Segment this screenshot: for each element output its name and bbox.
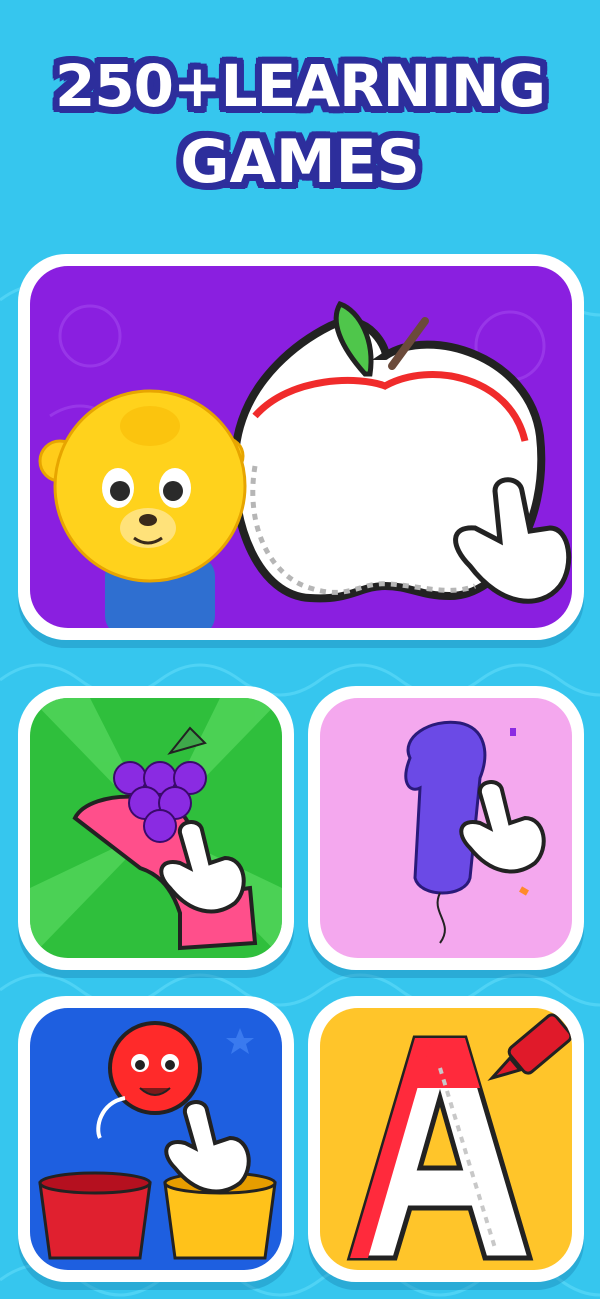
number-grapes-scene <box>30 698 282 958</box>
letter-tracing-game-card[interactable] <box>308 996 584 1282</box>
headline-line-1: 250+LEARNING <box>54 52 546 120</box>
letter-tracing-scene <box>320 1008 572 1270</box>
red-basket-icon <box>38 1171 152 1260</box>
number-balloon-game-card[interactable] <box>308 686 584 970</box>
headline-line-2: GAMES <box>180 127 420 197</box>
tracing-apple-game-card[interactable] <box>18 254 584 640</box>
color-sorting-game-card[interactable] <box>18 996 294 1282</box>
number-balloon-scene <box>320 698 572 958</box>
color-sorting-scene <box>30 1008 282 1270</box>
tracing-apple-scene <box>30 266 572 628</box>
headline: 250+LEARNING GAMES <box>0 48 600 200</box>
number-grapes-game-card[interactable] <box>18 686 294 970</box>
